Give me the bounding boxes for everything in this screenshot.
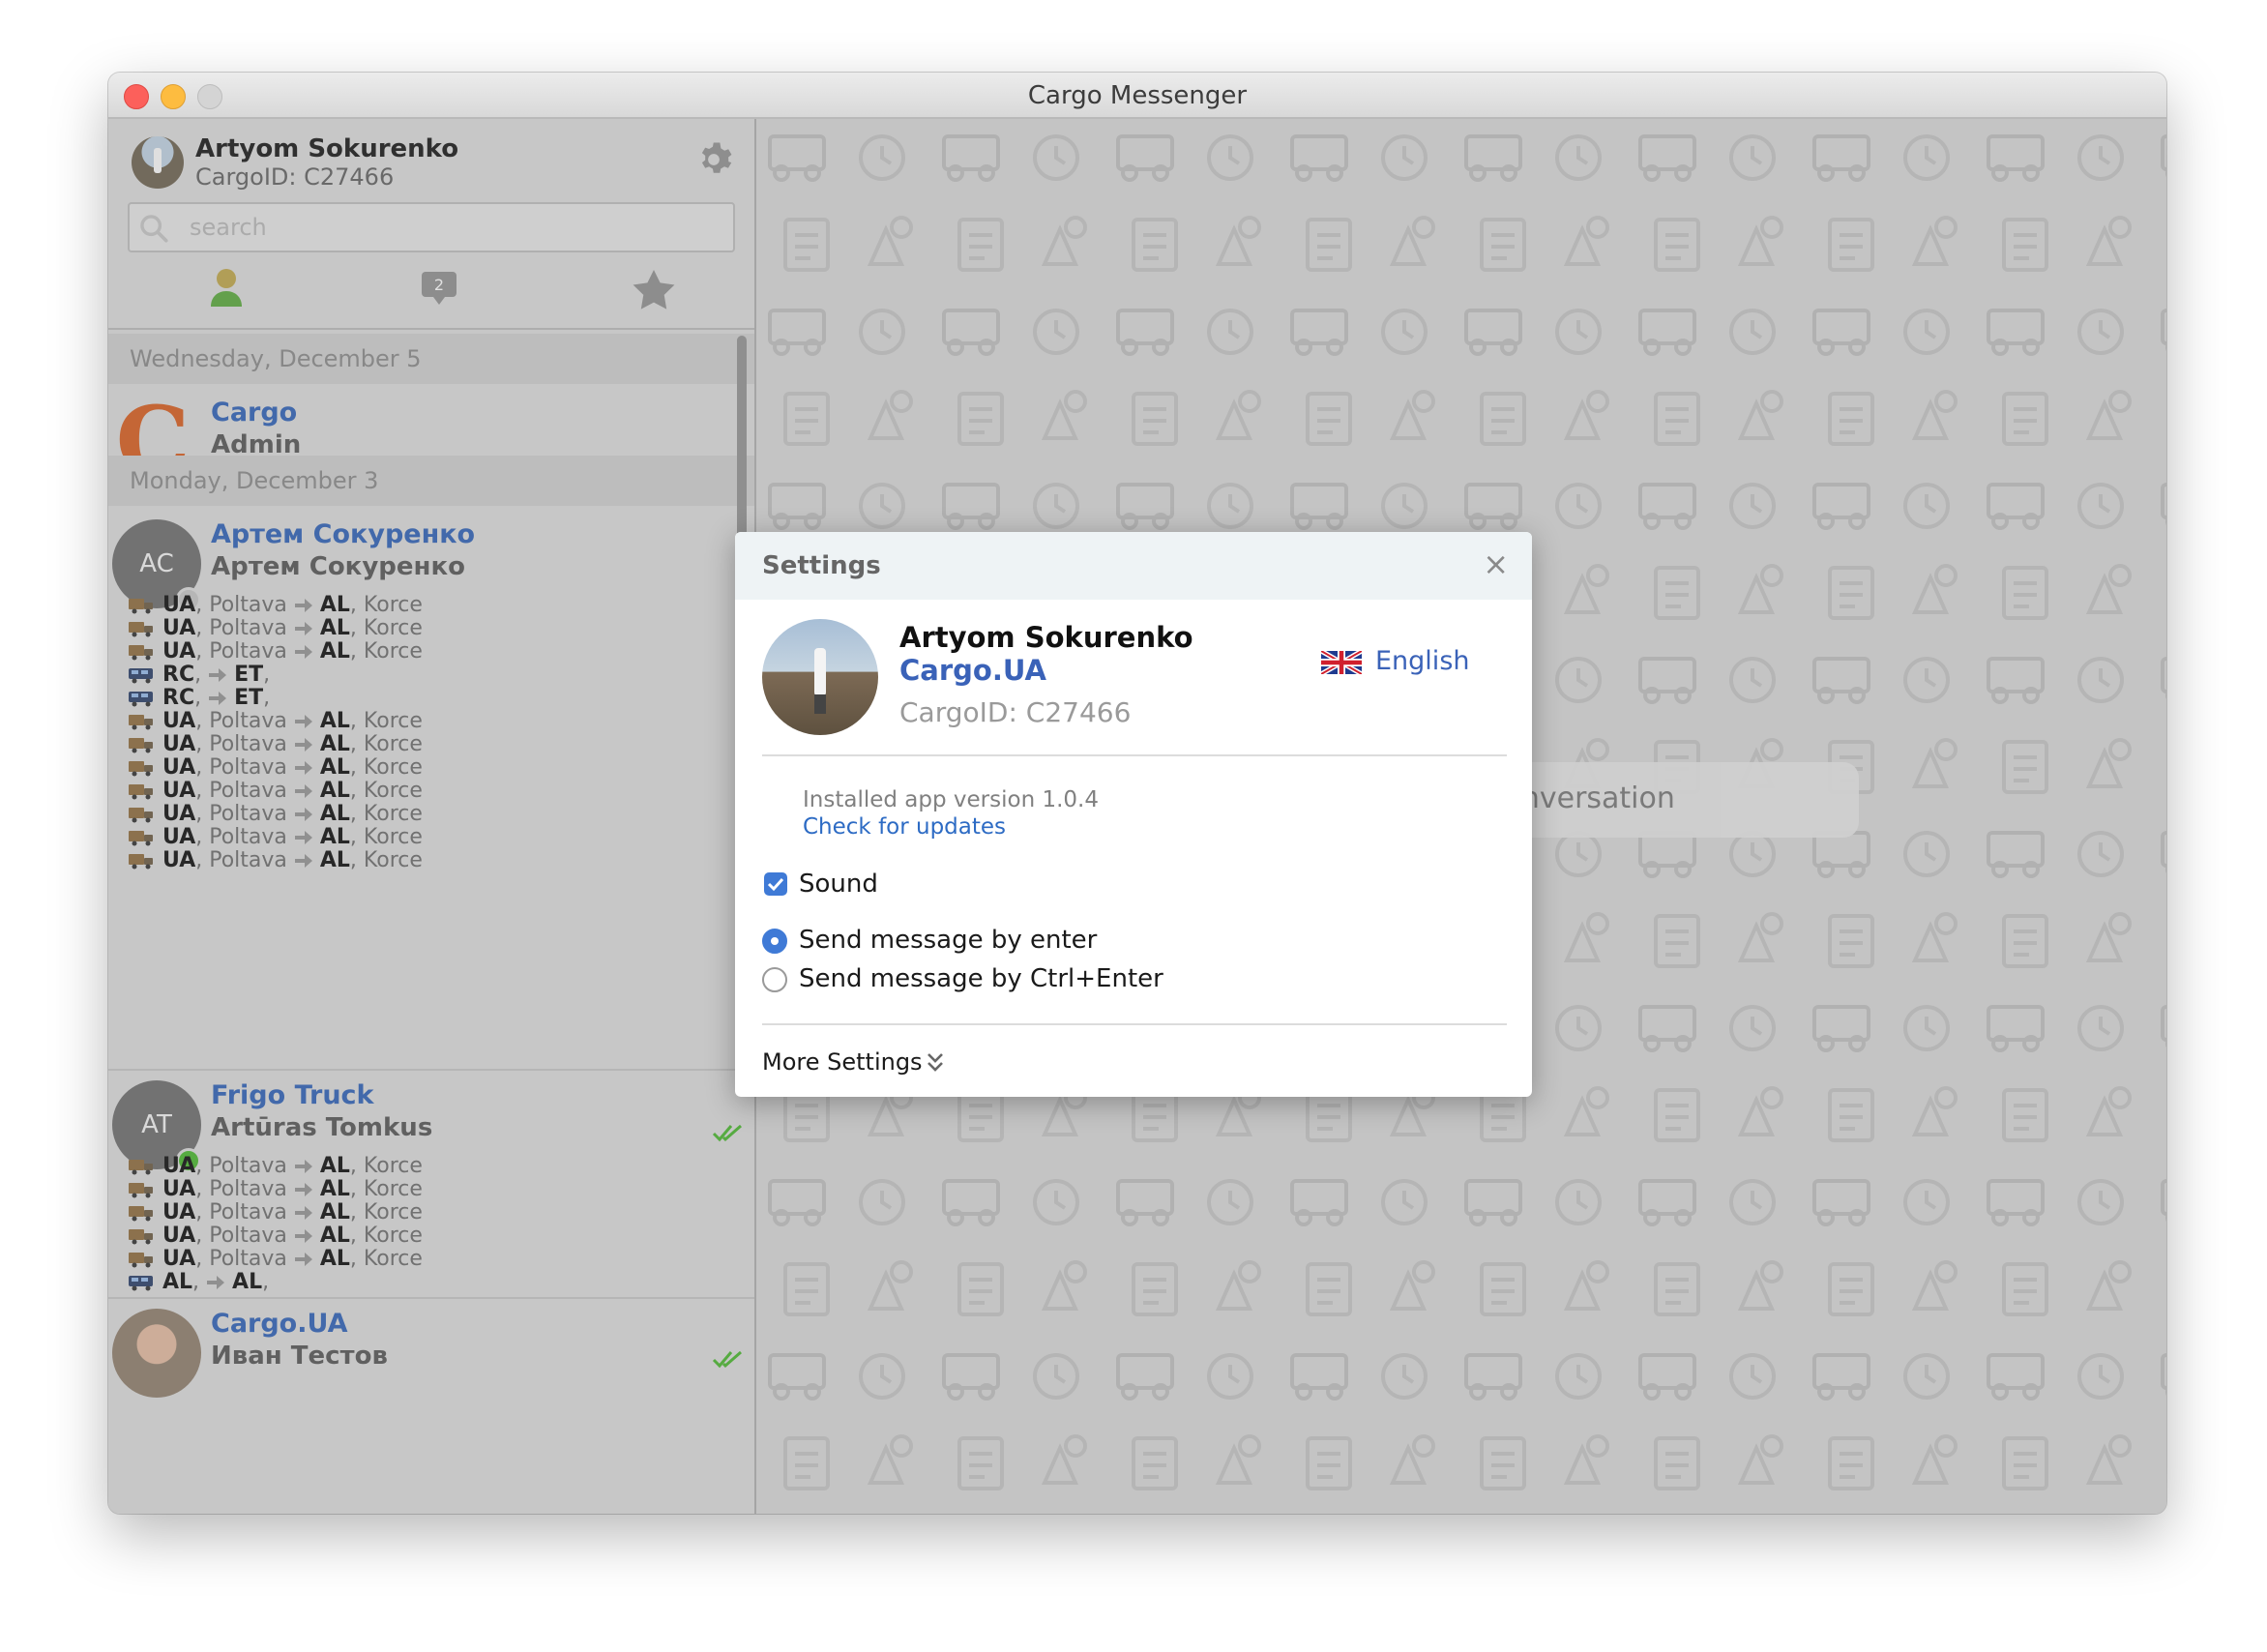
radio-label: Send message by enter (799, 926, 1098, 955)
title-bar[interactable]: Cargo Messenger (108, 73, 2166, 119)
app-version: Installed app version 1.0.4 (803, 787, 1099, 812)
settings-company[interactable]: Cargo.UA (899, 654, 1046, 687)
uk-flag-icon (1321, 651, 1362, 674)
radio-unselected-icon (762, 967, 787, 992)
divider (762, 754, 1507, 756)
settings-dialog: Settings × Artyom Sokurenko Cargo.UA Car… (735, 532, 1532, 1097)
close-icon[interactable]: × (1483, 546, 1509, 582)
language-label: English (1375, 646, 1470, 676)
dialog-header: Settings × (735, 532, 1532, 600)
check-updates-link[interactable]: Check for updates (803, 814, 1006, 840)
dialog-title: Settings (762, 551, 881, 580)
settings-user-name: Artyom Sokurenko (899, 621, 1193, 654)
checkbox-checked-icon (764, 872, 787, 896)
more-settings-label: More Settings (762, 1048, 923, 1076)
radio-selected-icon (762, 929, 787, 954)
settings-avatar[interactable] (762, 619, 878, 735)
sound-label: Sound (799, 870, 878, 899)
window-title: Cargo Messenger (1027, 81, 1248, 110)
settings-cargo-id: CargoID: C27466 (899, 696, 1132, 728)
radio-label: Send message by Ctrl+Enter (799, 964, 1163, 993)
chevron-double-down-icon (927, 1053, 943, 1072)
divider (762, 1023, 1507, 1025)
